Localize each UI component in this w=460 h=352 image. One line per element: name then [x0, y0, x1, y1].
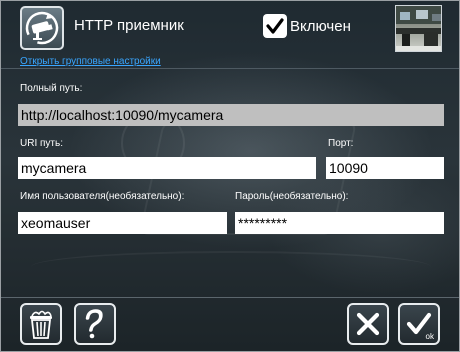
password-label: Пароль(необязательно):: [235, 191, 349, 202]
port-label: Порт:: [328, 138, 354, 149]
header-divider: [1, 68, 459, 69]
checkmark-icon: [266, 18, 284, 34]
delete-button[interactable]: [20, 303, 62, 345]
password-field[interactable]: [235, 212, 444, 234]
username-field[interactable]: [18, 212, 227, 234]
trash-icon: [30, 310, 52, 339]
cancel-button[interactable]: [347, 303, 389, 345]
full-path-label: Полный путь:: [20, 83, 83, 94]
port-field[interactable]: [326, 157, 444, 179]
dialog-title: HTTP приемник: [74, 17, 184, 34]
help-button[interactable]: [74, 303, 116, 345]
footer-divider: [1, 297, 459, 298]
ok-caption: ok: [425, 332, 434, 341]
http-receiver-icon: [20, 6, 64, 50]
camera-preview-thumbnail: [395, 5, 442, 52]
username-label: Имя пользователя(необязательно):: [20, 191, 185, 202]
open-group-settings-link[interactable]: Открыть групповые настройки: [20, 56, 161, 67]
close-icon: [356, 312, 380, 336]
full-path-field[interactable]: [18, 104, 444, 126]
background-cable: [31, 251, 431, 283]
uri-path-field[interactable]: [18, 157, 316, 179]
ok-button[interactable]: ok: [398, 303, 440, 345]
uri-path-label: URI путь:: [20, 138, 63, 149]
question-mark-icon: [85, 309, 103, 339]
enabled-label: Включен: [290, 18, 351, 35]
http-receiver-dialog: HTTP приемник Открыть групповые настройк…: [0, 0, 460, 352]
enabled-checkbox[interactable]: [263, 14, 287, 38]
